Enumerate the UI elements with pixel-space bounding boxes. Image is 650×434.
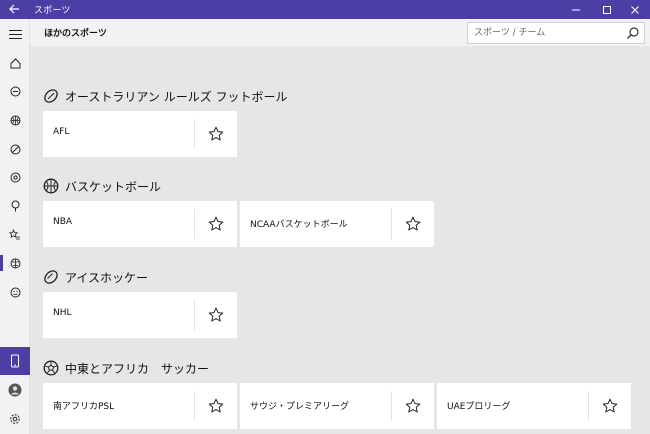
- basketball-icon: [43, 178, 59, 194]
- card-divider: [391, 209, 392, 239]
- league-card-south-africa-psl[interactable]: 南アフリカPSL: [43, 383, 237, 429]
- section-title: バスケットボール: [65, 180, 162, 194]
- league-card-nba[interactable]: NBA: [43, 201, 237, 247]
- nav-home[interactable]: [0, 51, 30, 75]
- league-label: サウジ・プレミアリーグ: [250, 402, 350, 412]
- section-title: 中東とアフリカ サッカー: [65, 362, 210, 376]
- header: ほかのスポーツ: [30, 19, 650, 46]
- favorite-button[interactable]: [599, 395, 621, 417]
- maximize-icon: [603, 5, 611, 14]
- search-input[interactable]: [474, 26, 624, 40]
- football-icon: [44, 89, 58, 103]
- soccer-icon: [10, 172, 20, 182]
- nav-sport-ball[interactable]: [0, 79, 30, 103]
- section-title: オーストラリアン ルールズ フットボール: [65, 90, 288, 104]
- league-label: NBA: [53, 217, 73, 227]
- card-divider: [194, 300, 195, 330]
- golf-icon: [11, 200, 19, 212]
- nav-other-sports[interactable]: [0, 251, 30, 275]
- soccer-ball-icon: [43, 360, 59, 376]
- card-divider: [194, 209, 195, 239]
- league-label: NCAAバスケットボール: [250, 220, 348, 230]
- nav-baseball[interactable]: [0, 137, 30, 161]
- nav-phone-button[interactable]: [0, 347, 30, 375]
- nav-soccer[interactable]: [0, 165, 30, 189]
- league-card-saudi-premier-league[interactable]: サウジ・プレミアリーグ: [240, 383, 434, 429]
- star-icon: [208, 126, 224, 141]
- favorite-button[interactable]: [402, 213, 424, 235]
- favorite-button[interactable]: [205, 213, 227, 235]
- league-label: AFL: [53, 127, 70, 137]
- star-icon: [602, 398, 618, 413]
- star-icon: [208, 398, 224, 413]
- nav-account-button[interactable]: [0, 378, 30, 402]
- favorite-button[interactable]: [205, 395, 227, 417]
- league-label: 南アフリカPSL: [53, 402, 115, 412]
- sport-ball-icon: [10, 86, 20, 96]
- favorite-button[interactable]: [402, 395, 424, 417]
- back-arrow-icon[interactable]: [6, 1, 22, 17]
- star-icon: [208, 216, 224, 231]
- close-button[interactable]: [620, 0, 650, 19]
- nav-favorites[interactable]: [0, 223, 30, 247]
- page-title: ほかのスポーツ: [44, 29, 107, 39]
- league-label: NHL: [53, 308, 72, 318]
- minimize-button[interactable]: [561, 0, 591, 19]
- league-card-afl[interactable]: AFL: [43, 111, 237, 157]
- nav-golf[interactable]: [0, 194, 30, 218]
- league-card-ncaa-basketball[interactable]: NCAAバスケットボール: [240, 201, 434, 247]
- favorite-button[interactable]: [205, 304, 227, 326]
- search-icon[interactable]: [626, 26, 640, 40]
- nav-basketball[interactable]: [0, 108, 30, 132]
- puck-icon: [44, 270, 58, 284]
- favorite-button[interactable]: [205, 123, 227, 145]
- phone-icon: [11, 354, 19, 368]
- nav-emoji[interactable]: [0, 280, 30, 304]
- search-box[interactable]: [467, 22, 645, 44]
- settings-icon: [10, 414, 20, 424]
- league-card-nhl[interactable]: NHL: [43, 292, 237, 338]
- maximize-button[interactable]: [592, 0, 622, 19]
- home-icon: [10, 57, 20, 68]
- star-icon: [208, 307, 224, 322]
- league-label: UAEプロリーグ: [447, 402, 511, 412]
- title-bar: スポーツ: [0, 0, 650, 19]
- left-nav: [0, 19, 30, 434]
- close-icon: [631, 5, 639, 14]
- hamburger-icon: [8, 29, 22, 39]
- hamburger-menu-button[interactable]: [0, 22, 30, 46]
- emoji-icon: [10, 287, 20, 297]
- star-icon: [405, 216, 421, 231]
- minimize-icon: [572, 9, 580, 10]
- favorites-icon: [9, 229, 20, 240]
- card-divider: [194, 391, 195, 421]
- basketball-icon: [10, 115, 20, 125]
- card-divider: [391, 391, 392, 421]
- window-title: スポーツ: [34, 6, 71, 16]
- star-icon: [405, 398, 421, 413]
- section-title: アイスホッケー: [65, 271, 149, 285]
- nav-settings-button[interactable]: [0, 407, 30, 431]
- baseball-icon: [10, 144, 20, 154]
- other-sports-icon: [10, 258, 20, 268]
- card-divider: [588, 391, 589, 421]
- account-icon: [8, 383, 22, 397]
- league-card-uae-pro-league[interactable]: UAEプロリーグ: [437, 383, 631, 429]
- card-divider: [194, 119, 195, 149]
- main-content: オーストラリアン ルールズ フットボール AFL バスケットボール NBA NC…: [30, 46, 650, 434]
